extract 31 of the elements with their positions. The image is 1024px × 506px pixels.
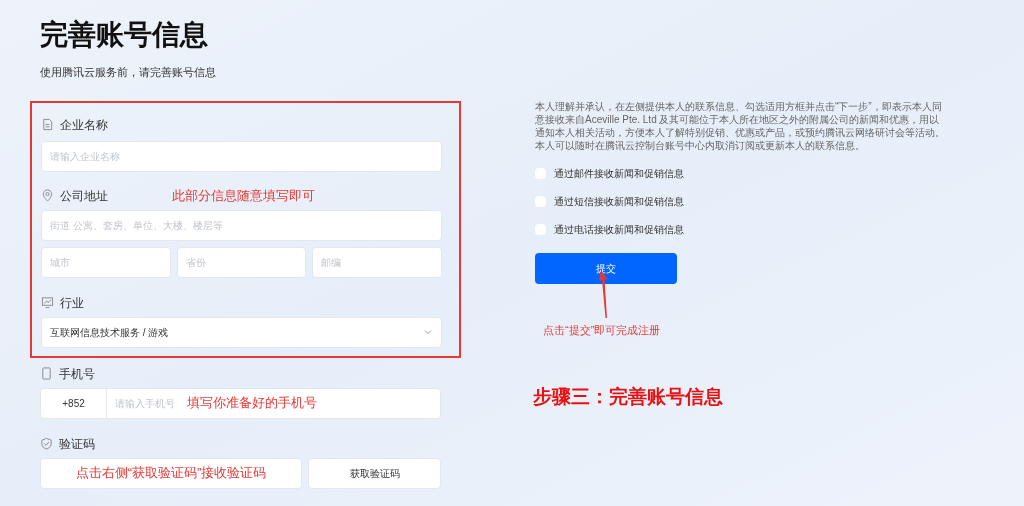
step-title: 步骤三：完善账号信息 <box>533 384 724 409</box>
submit-button[interactable]: 提交 <box>535 253 677 284</box>
industry-select[interactable]: 互联网信息技术服务 / 游戏 <box>41 316 442 348</box>
phone-label: 手机号 <box>59 365 95 383</box>
chevron-down-icon <box>423 327 433 337</box>
checkbox[interactable] <box>535 168 546 179</box>
shield-check-icon <box>40 437 53 450</box>
monitor-chart-icon <box>41 296 54 309</box>
page-title: 完善账号信息 <box>40 18 209 52</box>
annotation-note: 点击右侧“获取验证码”接收验证码 <box>75 464 267 483</box>
industry-label: 行业 <box>60 294 84 312</box>
province-field[interactable]: 省份 <box>177 246 306 278</box>
address-label: 公司地址 <box>60 187 108 205</box>
checkbox-label: 通过短信接收新闻和促销信息 <box>554 195 684 209</box>
annotation-note: 填写你准备好的手机号 <box>187 394 317 413</box>
code-label: 验证码 <box>59 435 95 453</box>
location-pin-icon <box>41 189 54 202</box>
consent-text: 本人理解并承认，在左侧提供本人的联系信息、勾选适用方框并点击“下一步”，即表示本人同意接收来自Aceville Pte. Ltd 及其可能位于本人所在地区之外的附属公司的新闻和优惠，用以通知本人相关活动，方便本人了解特别促销、优惠或产品，或预约腾讯云网络研讨会等活动。本人可以随时在腾讯云控制台账号中心内取消订阅或更新本人的联系信息。 <box>535 100 945 152</box>
checkbox[interactable] <box>535 224 546 235</box>
checkbox-label: 通过邮件接收新闻和促销信息 <box>554 167 684 181</box>
country-code[interactable]: +852 <box>41 388 107 418</box>
page-subtitle: 使用腾讯云服务前，请完善账号信息 <box>40 65 217 80</box>
checkbox-label: 通过电话接收新闻和促销信息 <box>554 223 684 237</box>
code-field[interactable]: 点击右侧“获取验证码”接收验证码 <box>40 457 302 489</box>
annotation-note: 此部分信息随意填写即可 <box>172 186 315 205</box>
get-code-button[interactable]: 获取验证码 <box>308 457 441 489</box>
checkbox[interactable] <box>535 196 546 207</box>
document-icon <box>41 118 54 131</box>
company-label: 企业名称 <box>60 116 108 134</box>
phone-icon <box>40 367 53 380</box>
annotation-note: 点击“提交”即可完成注册 <box>543 323 662 338</box>
